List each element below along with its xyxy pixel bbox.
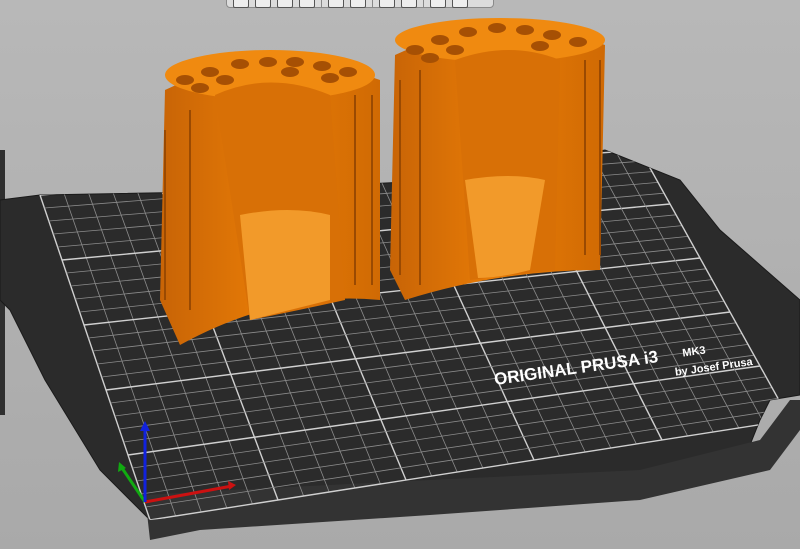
3d-viewport[interactable]: ORIGINAL PRUSA i3 MK3 by Josef Prusa: [0, 0, 800, 549]
object-2[interactable]: [390, 18, 605, 300]
scene-canvas: ORIGINAL PRUSA i3 MK3 by Josef Prusa: [0, 18, 800, 540]
